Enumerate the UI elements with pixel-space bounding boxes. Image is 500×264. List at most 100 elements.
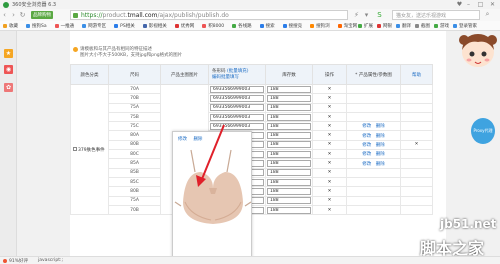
- bookmark-label: 搜狗浏: [316, 23, 330, 29]
- toolbar-extension-item[interactable]: 登录管家: [453, 23, 477, 29]
- delete-row-button[interactable]: ✕: [312, 167, 347, 178]
- batch-fill-link[interactable]: (批量填充): [227, 69, 249, 74]
- delete-row-button[interactable]: ✕: [312, 204, 347, 216]
- green-s-icon[interactable]: S: [375, 10, 384, 19]
- attrs-cell: [346, 186, 401, 197]
- search-icon[interactable]: ⌕: [483, 10, 492, 19]
- mascot-girl-icon[interactable]: [458, 30, 498, 75]
- attr-delete-link[interactable]: 删除: [376, 152, 385, 157]
- bookmark-item[interactable]: 搜狗浏: [310, 23, 330, 29]
- bookmark-item[interactable]: 各线路: [232, 23, 252, 29]
- lightning-icon[interactable]: ⚡: [352, 10, 361, 19]
- delete-row-button[interactable]: ✕: [312, 176, 347, 188]
- barcode-input[interactable]: 6933566999003: [210, 113, 264, 121]
- attrs-help-link[interactable]: 帮助: [412, 73, 421, 78]
- stock-input[interactable]: 188: [267, 178, 311, 186]
- table-row: 75B 6933566999003 188 ✕: [71, 111, 433, 123]
- bookmark-item[interactable]: 搜索: [259, 23, 275, 29]
- extension-icon: [434, 24, 438, 28]
- attr-delete-link[interactable]: 删除: [376, 124, 385, 129]
- toolbar-extension-item[interactable]: 网银: [377, 23, 392, 29]
- delete-row-button[interactable]: ✕: [312, 149, 347, 160]
- stock-input[interactable]: 188: [267, 141, 311, 149]
- toolbar-extension-item[interactable]: 游戏: [434, 23, 449, 29]
- delete-row-button[interactable]: ✕: [312, 130, 347, 141]
- delete-row-button[interactable]: ✕: [312, 158, 347, 169]
- batch-code-link[interactable]: 编码批量填写: [212, 75, 239, 80]
- delete-row-button[interactable]: ✕: [312, 111, 347, 123]
- bookmark-label: 优秀网: [180, 23, 195, 29]
- category-checkbox[interactable]: [73, 147, 77, 152]
- stock-input[interactable]: 188: [267, 94, 311, 102]
- bookmark-label: 搜搜竞: [288, 23, 303, 29]
- app-icon[interactable]: ✿: [4, 83, 13, 92]
- upload-notice: 请模板和与其产品有相同的特征描述 图片大小不大于500KB，支持jpg和png格…: [73, 47, 330, 59]
- refresh-icon[interactable]: ↻: [18, 11, 27, 20]
- publish-page: 请模板和与其产品有相同的特征描述 图片大小不大于500KB，支持jpg和png格…: [70, 31, 446, 261]
- delete-row-button[interactable]: ✕: [312, 195, 347, 206]
- url-input[interactable]: https://product. tmall.com/ajax/publish/p…: [70, 10, 348, 20]
- attr-delete-link[interactable]: 删除: [376, 162, 385, 167]
- barcode-input[interactable]: 6933566999003: [210, 85, 264, 93]
- weibo-icon[interactable]: ◉: [4, 65, 13, 74]
- stock-input[interactable]: 188: [267, 104, 311, 112]
- bookmark-item[interactable]: 影视相关: [142, 23, 167, 29]
- toolbar-extension-item[interactable]: 截图: [415, 23, 430, 29]
- stock-input[interactable]: 188: [267, 206, 311, 214]
- attr-edit-link[interactable]: 修改: [362, 143, 371, 148]
- extension-icon: [377, 24, 381, 28]
- delete-attr-button[interactable]: ✕: [400, 139, 433, 151]
- close-window-button[interactable]: ✕: [488, 0, 497, 9]
- stock-input[interactable]: 188: [267, 122, 311, 130]
- favorites-star-icon[interactable]: ★: [4, 49, 13, 58]
- stock-input[interactable]: 188: [267, 160, 311, 168]
- bookmark-item[interactable]: 一推通: [54, 23, 74, 29]
- toolbar-extension-item[interactable]: 翻译: [396, 23, 411, 29]
- delete-row-button[interactable]: ✕: [312, 83, 347, 95]
- https-lock-icon: [73, 13, 78, 18]
- delete-row-button[interactable]: ✕: [312, 102, 347, 113]
- site-badge[interactable]: 品牌购物: [31, 11, 53, 19]
- delete-row-button[interactable]: ✕: [312, 139, 347, 151]
- stock-input[interactable]: 188: [267, 132, 311, 140]
- bookmark-item[interactable]: 搜狗Sa: [26, 23, 47, 29]
- delete-row-button[interactable]: ✕: [312, 93, 347, 104]
- delete-row-button[interactable]: ✕: [312, 186, 347, 197]
- attr-edit-link[interactable]: 修改: [362, 152, 371, 157]
- script-status: javascript:;: [38, 258, 64, 263]
- delete-row-button[interactable]: ✕: [312, 121, 347, 132]
- size-cell: 80A: [108, 130, 161, 141]
- barcode-input[interactable]: 6933566999003: [210, 104, 264, 112]
- bookmark-item[interactable]: 淘宝网: [337, 23, 357, 29]
- minimize-button[interactable]: –: [464, 0, 473, 9]
- bookmark-item[interactable]: 收藏: [3, 23, 18, 29]
- dropdown-icon[interactable]: ▾: [362, 10, 371, 19]
- bookmark-item[interactable]: 搜搜竞: [282, 23, 303, 29]
- stock-input[interactable]: 188: [267, 150, 311, 158]
- bookmark-item[interactable]: PS相关: [114, 23, 135, 29]
- attr-edit-link[interactable]: 修改: [362, 124, 371, 129]
- table-header: 颜色分类 尺码 产品主图图片 条形码 (批量填充) 编码批量填写 库存数 操作 …: [70, 64, 433, 85]
- attr-delete-link[interactable]: 删除: [376, 134, 385, 139]
- zoom-status[interactable]: 91%好评: [3, 258, 28, 264]
- bookmark-item[interactable]: 网游专区: [82, 23, 106, 29]
- stock-input[interactable]: 188: [267, 85, 311, 93]
- bookmark-item[interactable]: 优秀网: [174, 23, 195, 29]
- barcode-input[interactable]: 6933566999003: [210, 94, 264, 102]
- attr-edit-link[interactable]: 修改: [362, 162, 371, 167]
- forward-icon[interactable]: ›: [9, 11, 18, 20]
- attr-edit-link[interactable]: 修改: [362, 134, 371, 139]
- maximize-button[interactable]: □: [476, 0, 485, 9]
- stock-input[interactable]: 188: [267, 187, 311, 195]
- toolbar-extension-item[interactable]: 扩展: [358, 23, 373, 29]
- stock-input[interactable]: 188: [267, 113, 311, 121]
- stock-input[interactable]: 188: [267, 169, 311, 177]
- search-input[interactable]: 猫女友，送达乐视游戏: [392, 10, 480, 20]
- bookmark-item[interactable]: 积8000: [202, 23, 224, 29]
- skin-icon[interactable]: ♥: [455, 0, 464, 9]
- attr-delete-link[interactable]: 删除: [376, 143, 385, 148]
- stock-input[interactable]: 188: [267, 197, 311, 205]
- stock-cell: 188: [265, 83, 313, 95]
- proxy-badge[interactable]: Proxy代理: [471, 118, 495, 144]
- back-icon[interactable]: ‹: [0, 11, 9, 20]
